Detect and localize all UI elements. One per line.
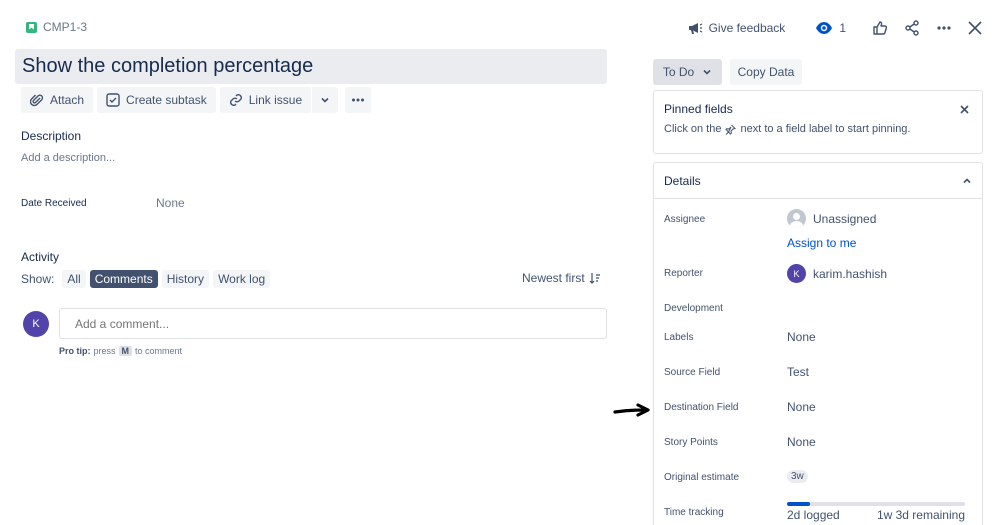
attach-button[interactable]: Attach bbox=[21, 87, 94, 113]
labels-value[interactable]: None bbox=[787, 330, 816, 344]
link-issue-group: Link issue bbox=[219, 87, 339, 113]
toolbar-more-button[interactable] bbox=[345, 87, 372, 113]
story-points-value[interactable]: None bbox=[787, 435, 816, 449]
attach-label: Attach bbox=[50, 93, 85, 107]
description-placeholder[interactable]: Add a description... bbox=[21, 152, 115, 164]
share-icon bbox=[905, 20, 919, 36]
development-label: Development bbox=[664, 303, 723, 314]
unassigned-avatar-icon bbox=[787, 209, 806, 228]
reporter-label: Reporter bbox=[664, 268, 703, 279]
time-tracking-label: Time tracking bbox=[664, 507, 724, 518]
assign-to-me-link[interactable]: Assign to me bbox=[787, 236, 856, 250]
pinned-fields-title: Pinned fields bbox=[664, 102, 733, 116]
close-icon bbox=[968, 21, 982, 35]
pinned-fields-header: Pinned fields bbox=[654, 91, 982, 127]
chevron-down-icon bbox=[321, 97, 329, 103]
assignee-value[interactable]: Unassigned bbox=[787, 209, 876, 228]
original-estimate-value[interactable]: 3w bbox=[787, 470, 808, 483]
pinned-fields-hint: Click on the next to a field label to st… bbox=[654, 123, 982, 135]
thumbs-up-icon bbox=[873, 21, 888, 35]
subtask-icon bbox=[106, 93, 120, 107]
share-button[interactable] bbox=[898, 16, 926, 40]
reporter-name: karim.hashish bbox=[813, 266, 888, 281]
activity-filter-row: Show: All Comments History Work log bbox=[21, 270, 271, 288]
issue-key-link[interactable]: CMP1-3 bbox=[26, 20, 87, 34]
labels-label: Labels bbox=[664, 332, 694, 343]
filter-all[interactable]: All bbox=[62, 270, 86, 288]
sort-order-label: Newest first bbox=[522, 271, 585, 285]
pro-tip-bold: Pro tip: bbox=[59, 346, 91, 356]
source-field-label: Source Field bbox=[664, 367, 721, 378]
time-remaining: 1w 3d remaining bbox=[876, 508, 965, 522]
link-icon bbox=[229, 94, 242, 106]
sort-icon bbox=[589, 273, 600, 284]
assignee-name: Unassigned bbox=[813, 211, 877, 226]
activity-heading: Activity bbox=[21, 250, 60, 264]
close-button[interactable] bbox=[962, 16, 988, 40]
details-header[interactable]: Details bbox=[654, 163, 982, 199]
give-feedback-button[interactable]: Give feedback bbox=[681, 16, 792, 40]
status-label: To Do bbox=[662, 65, 695, 79]
issue-title[interactable]: Show the completion percentage bbox=[15, 49, 607, 84]
comment-input[interactable] bbox=[59, 308, 607, 339]
date-received-value[interactable]: None bbox=[156, 196, 185, 210]
filter-comments[interactable]: Comments bbox=[89, 270, 158, 288]
pinned-fields-card: Pinned fields Click on the next to a fie… bbox=[653, 90, 983, 154]
time-logged: 2d logged bbox=[787, 508, 840, 522]
megaphone-icon bbox=[688, 23, 702, 34]
original-estimate-label: Original estimate bbox=[664, 472, 740, 483]
pro-tip-rest: to comment bbox=[135, 346, 183, 356]
reporter-avatar: K bbox=[787, 264, 806, 283]
pin-icon bbox=[725, 124, 737, 135]
pro-tip: Pro tip: press M to comment bbox=[59, 346, 182, 356]
link-issue-label: Link issue bbox=[248, 93, 303, 107]
close-icon bbox=[959, 104, 969, 114]
annotation-arrow-left bbox=[613, 403, 650, 417]
status-dropdown[interactable]: To Do bbox=[653, 59, 722, 85]
pinned-close-button[interactable] bbox=[956, 101, 972, 117]
create-subtask-button[interactable]: Create subtask bbox=[97, 87, 216, 113]
link-issue-button[interactable]: Link issue bbox=[219, 87, 312, 113]
chevron-up-icon bbox=[963, 177, 971, 183]
watch-button[interactable]: 1 bbox=[809, 16, 852, 40]
eye-icon bbox=[816, 22, 833, 34]
create-subtask-label: Create subtask bbox=[126, 93, 207, 107]
description-heading: Description bbox=[21, 129, 82, 143]
destination-field-label: Destination Field bbox=[664, 402, 739, 413]
current-user-avatar: K bbox=[23, 311, 49, 337]
source-field-value[interactable]: Test bbox=[787, 365, 809, 379]
issue-header-actions: Give feedback 1 bbox=[681, 16, 988, 40]
more-icon bbox=[937, 26, 951, 30]
issue-toolbar: Attach Create subtask Link issue bbox=[21, 87, 372, 113]
pinned-text-after: next to a field label to start pinning. bbox=[740, 123, 911, 135]
time-tracking-fill bbox=[787, 502, 811, 506]
more-icon bbox=[352, 98, 365, 102]
filter-work-log[interactable]: Work log bbox=[213, 270, 271, 288]
vote-button[interactable] bbox=[866, 16, 894, 40]
assignee-label: Assignee bbox=[664, 214, 706, 225]
reporter-value[interactable]: K karim.hashish bbox=[787, 264, 887, 283]
sort-order-button[interactable]: Newest first bbox=[522, 271, 601, 285]
more-actions-button[interactable] bbox=[930, 16, 958, 40]
pro-tip-press: press bbox=[93, 346, 116, 356]
original-estimate-lozenge: 3w bbox=[787, 470, 808, 483]
story-points-label: Story Points bbox=[664, 437, 718, 448]
issue-key-text: CMP1-3 bbox=[43, 20, 88, 34]
link-issue-dropdown[interactable] bbox=[312, 87, 339, 113]
copy-data-button[interactable]: Copy Data bbox=[730, 59, 802, 85]
keyboard-key: M bbox=[118, 346, 133, 356]
destination-field-value[interactable]: None bbox=[787, 400, 816, 414]
paperclip-icon bbox=[30, 94, 44, 107]
give-feedback-label: Give feedback bbox=[708, 21, 786, 35]
story-type-icon bbox=[26, 21, 37, 33]
pinned-text-before: Click on the bbox=[664, 123, 722, 135]
show-label: Show: bbox=[21, 272, 55, 286]
chevron-down-icon bbox=[703, 69, 711, 75]
date-received-label: Date Received bbox=[21, 198, 87, 209]
filter-history[interactable]: History bbox=[161, 270, 210, 288]
watch-count: 1 bbox=[839, 21, 846, 35]
details-title: Details bbox=[664, 173, 701, 188]
details-card: Details Assignee Unassigned Assign to me… bbox=[653, 162, 983, 525]
time-tracking-bar[interactable] bbox=[787, 502, 965, 506]
